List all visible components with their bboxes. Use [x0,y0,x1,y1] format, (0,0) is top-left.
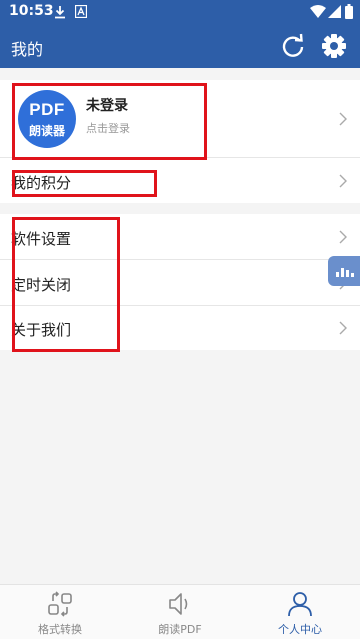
highlight-box [12,83,207,160]
tab-format-convert[interactable]: 格式转换 [0,585,120,639]
download-icon [55,6,65,19]
status-time: 10:53 [9,3,54,19]
speaker-icon [169,593,188,615]
tab-read-pdf[interactable]: 朗读PDF [120,585,240,639]
signal-icon [328,5,341,18]
convert-icon [48,591,72,617]
equalizer-icon [336,268,354,277]
tab-personal-center[interactable]: 个人中心 [240,585,360,639]
floating-player-button[interactable] [328,256,360,286]
page-title: 我的 [11,40,44,59]
highlight-box [12,217,120,352]
wifi-icon [310,5,326,18]
refresh-icon[interactable] [279,32,307,60]
highlight-box [12,170,157,197]
person-icon [288,592,312,617]
chevron-right-icon [339,321,347,335]
settings-gear-icon[interactable] [320,32,348,60]
bottom-navigation: 格式转换 朗读PDF 个人中心 [0,584,360,639]
chevron-right-icon [339,230,347,244]
chevron-right-icon [339,112,347,126]
nav-label: 个人中心 [278,623,322,636]
chevron-right-icon [339,174,347,188]
nav-label: 朗读PDF [158,623,202,636]
status-bar: 10:53 [0,0,360,24]
nav-label: 格式转换 [38,623,82,636]
battery-icon [345,4,353,19]
app-notification-icon [75,5,87,18]
app-bar: 我的 [0,24,360,68]
